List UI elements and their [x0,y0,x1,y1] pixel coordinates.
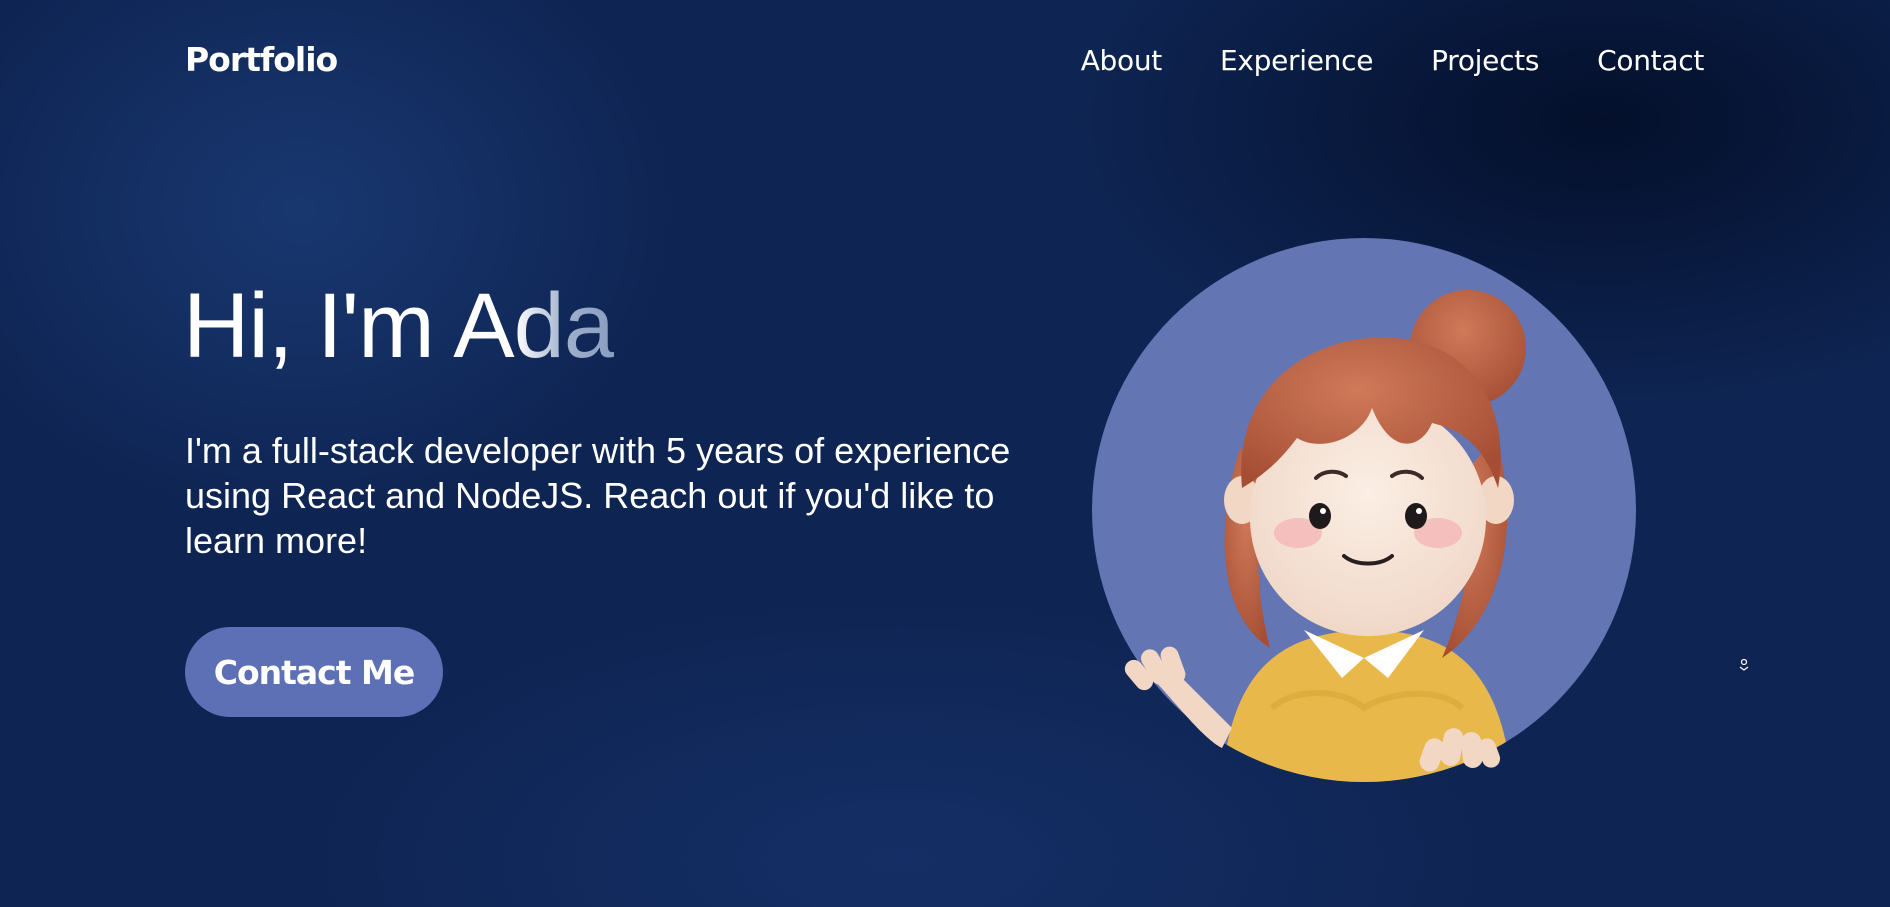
nav-link-experience[interactable]: Experience [1220,44,1373,77]
avatar-illustration [1092,238,1636,782]
main-nav: About Experience Projects Contact [1081,44,1705,77]
hero-description: I'm a full-stack developer with 5 years … [185,430,1011,561]
hero-greeting: Hi, I'm [183,275,454,377]
scroll-indicator-icon [1737,657,1751,671]
hero-title: Hi, I'm Ada [183,280,615,372]
nav-link-contact[interactable]: Contact [1597,44,1704,77]
nav-link-projects[interactable]: Projects [1431,44,1539,77]
hero-name: Ada [453,275,615,377]
nav-link-about[interactable]: About [1081,44,1163,77]
brand-logo[interactable]: Portfolio [185,40,338,79]
contact-me-button[interactable]: Contact Me [185,627,443,717]
avatar-svg [1092,238,1636,782]
